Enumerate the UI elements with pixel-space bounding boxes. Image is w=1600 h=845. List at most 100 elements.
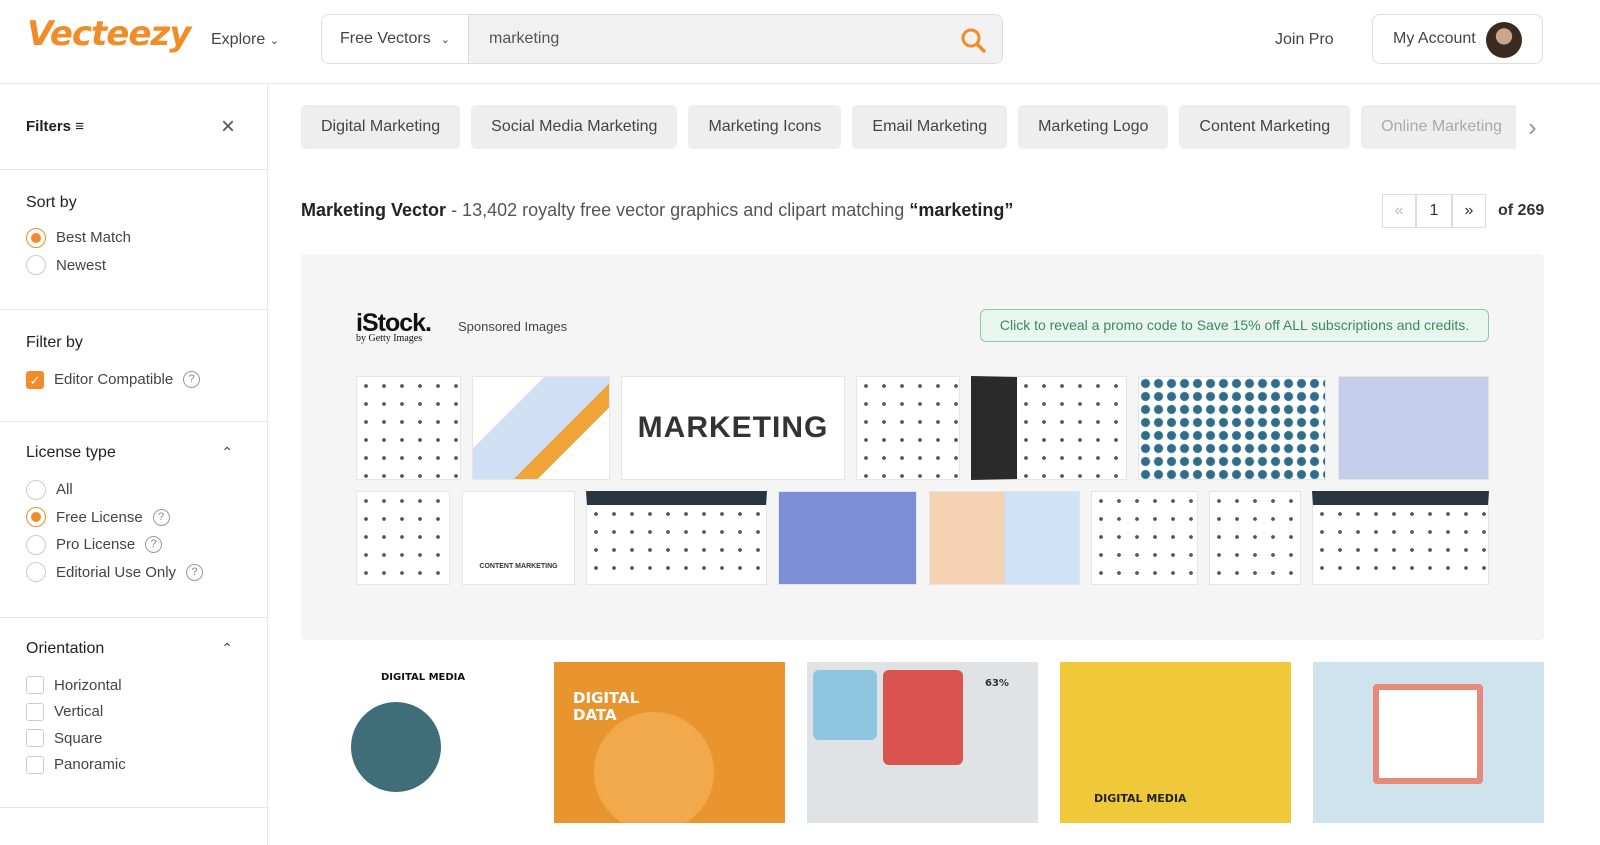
tag-social-media-marketing[interactable]: Social Media Marketing — [471, 105, 678, 149]
search-icon[interactable] — [960, 27, 986, 53]
results-query: “marketing” — [909, 200, 1014, 220]
explore-menu[interactable]: Explore ⌄ — [211, 31, 279, 49]
pagination: « 1 » of 269 — [1382, 194, 1544, 228]
search-type-label: Free Vectors — [340, 30, 431, 47]
option-label: Editorial Use Only — [56, 563, 177, 581]
tag-digital-marketing[interactable]: Digital Marketing — [301, 105, 461, 149]
option-label: Editor Compatible — [54, 371, 174, 389]
tag-marketing-logo[interactable]: Marketing Logo — [1018, 105, 1169, 149]
radio-selected[interactable] — [26, 507, 46, 528]
license-section: License type ⌃ All Free License? Pro Lic… — [0, 422, 267, 618]
checkbox[interactable] — [26, 676, 44, 695]
my-account-label: My Account — [1393, 30, 1476, 47]
orientation-panoramic[interactable]: Panoramic — [26, 752, 241, 779]
checkbox[interactable] — [26, 702, 44, 721]
sponsored-thumb[interactable] — [929, 491, 1080, 585]
related-tags: Digital Marketing Social Media Marketing… — [301, 105, 1516, 149]
license-editorial[interactable]: Editorial Use Only? — [26, 559, 241, 587]
sponsored-thumb[interactable] — [1338, 376, 1489, 480]
filters-header: Filters ≡ × — [0, 85, 267, 170]
chevron-up-icon[interactable]: ⌃ — [221, 640, 233, 657]
results-title: Marketing Vector - 13,402 royalty free v… — [301, 200, 1013, 221]
image-text: 63% — [985, 678, 1009, 689]
orientation-square[interactable]: Square — [26, 725, 241, 752]
sponsored-thumb[interactable]: CONTENT MARKETING — [462, 491, 575, 585]
sponsored-thumb[interactable]: THIN LINE — [1312, 491, 1489, 585]
thumb-text: THIN LINE — [589, 492, 638, 503]
sponsored-thumb[interactable] — [1209, 491, 1301, 585]
orientation-horizontal[interactable]: Horizontal — [26, 672, 241, 699]
sponsored-label: Sponsored Images — [458, 319, 568, 334]
tag-online-marketing[interactable]: Online Marketing — [1361, 105, 1516, 149]
radio[interactable] — [26, 562, 46, 583]
avatar — [1486, 22, 1522, 58]
license-free[interactable]: Free License? — [26, 504, 241, 532]
help-icon[interactable]: ? — [183, 371, 201, 389]
sponsored-thumb[interactable] — [1091, 491, 1198, 585]
sort-newest[interactable]: Newest — [26, 252, 241, 280]
sponsored-thumb[interactable]: MARKETING — [621, 376, 845, 480]
option-label: Panoramic — [54, 756, 126, 774]
thumb-text: 20 ICONS — [977, 417, 1019, 427]
result-image[interactable]: DIGITAL MEDIA — [1060, 662, 1291, 823]
sponsored-thumb[interactable] — [356, 491, 450, 585]
tag-email-marketing[interactable]: Email Marketing — [852, 105, 1008, 149]
result-image[interactable] — [1313, 662, 1544, 823]
sponsored-thumb[interactable] — [1138, 376, 1326, 480]
filters-sidebar: Filters ≡ × Sort by Best Match Newest Fi… — [0, 85, 268, 845]
help-icon[interactable]: ? — [145, 536, 163, 554]
join-pro-link[interactable]: Join Pro — [1275, 31, 1334, 49]
close-icon[interactable]: × — [221, 113, 235, 141]
radio[interactable] — [26, 534, 46, 555]
result-image[interactable]: 63% — [807, 662, 1038, 823]
help-icon[interactable]: ? — [152, 508, 170, 526]
option-label: Square — [54, 729, 103, 747]
sponsored-thumb[interactable] — [472, 376, 610, 480]
result-image[interactable]: DIGITAL DATA — [554, 662, 785, 823]
sponsored-thumb[interactable] — [778, 491, 917, 585]
chevron-down-icon: ⌄ — [269, 35, 279, 47]
thumb-text: THIN LINE — [1315, 492, 1364, 503]
sort-section: Sort by Best Match Newest — [0, 170, 267, 310]
radio[interactable] — [26, 255, 46, 276]
option-label: Horizontal — [54, 676, 122, 694]
option-label: Free License — [56, 508, 143, 526]
checkbox[interactable] — [26, 729, 44, 748]
option-label: Best Match — [56, 229, 132, 247]
next-page-icon[interactable]: » — [1452, 194, 1486, 228]
result-image[interactable]: DIGITAL MEDIA — [301, 662, 532, 823]
search-type-select[interactable]: Free Vectors ⌄ — [322, 15, 469, 63]
help-icon[interactable]: ? — [186, 563, 204, 581]
chevron-up-icon[interactable]: ⌃ — [221, 444, 233, 461]
promo-code-button[interactable]: Click to reveal a promo code to Save 15%… — [980, 309, 1489, 342]
sponsored-thumb[interactable] — [856, 376, 960, 480]
chevron-right-icon[interactable]: › — [1528, 112, 1537, 143]
image-text: DIGITAL MEDIA — [381, 672, 466, 683]
search-bar: Free Vectors ⌄ — [321, 14, 1003, 64]
my-account-button[interactable]: My Account — [1372, 14, 1543, 64]
editor-compatible-checkbox[interactable]: ✓ Editor Compatible? — [26, 366, 241, 394]
license-all[interactable]: All — [26, 476, 241, 504]
orientation-vertical[interactable]: Vertical — [26, 699, 241, 726]
checkbox-checked[interactable]: ✓ — [26, 370, 44, 389]
header: Vecteezy Explore ⌄ Free Vectors ⌄ Join Pr… — [0, 0, 1600, 84]
filter-by-heading: Filter by — [26, 334, 83, 351]
sort-best-match[interactable]: Best Match — [26, 224, 241, 252]
radio[interactable] — [26, 479, 46, 500]
tag-marketing-icons[interactable]: Marketing Icons — [688, 105, 842, 149]
option-label: All — [56, 481, 73, 499]
tag-content-marketing[interactable]: Content Marketing — [1179, 105, 1351, 149]
license-pro[interactable]: Pro License? — [26, 531, 241, 559]
prev-page-icon[interactable]: « — [1382, 194, 1416, 228]
filters-title: Filters ≡ — [26, 118, 84, 135]
vecteezy-logo[interactable]: Vecteezy — [27, 14, 191, 54]
orientation-heading: Orientation — [26, 640, 105, 657]
sponsored-thumb[interactable]: THIN LINE — [586, 491, 767, 585]
sponsored-thumb[interactable]: 20 ICONS — [971, 376, 1127, 480]
page-input[interactable]: 1 — [1416, 194, 1452, 228]
sponsored-thumb[interactable] — [356, 376, 461, 480]
explore-label: Explore — [211, 31, 266, 48]
checkbox[interactable] — [26, 755, 44, 774]
radio-selected[interactable] — [26, 227, 46, 248]
search-input[interactable] — [469, 15, 1002, 63]
